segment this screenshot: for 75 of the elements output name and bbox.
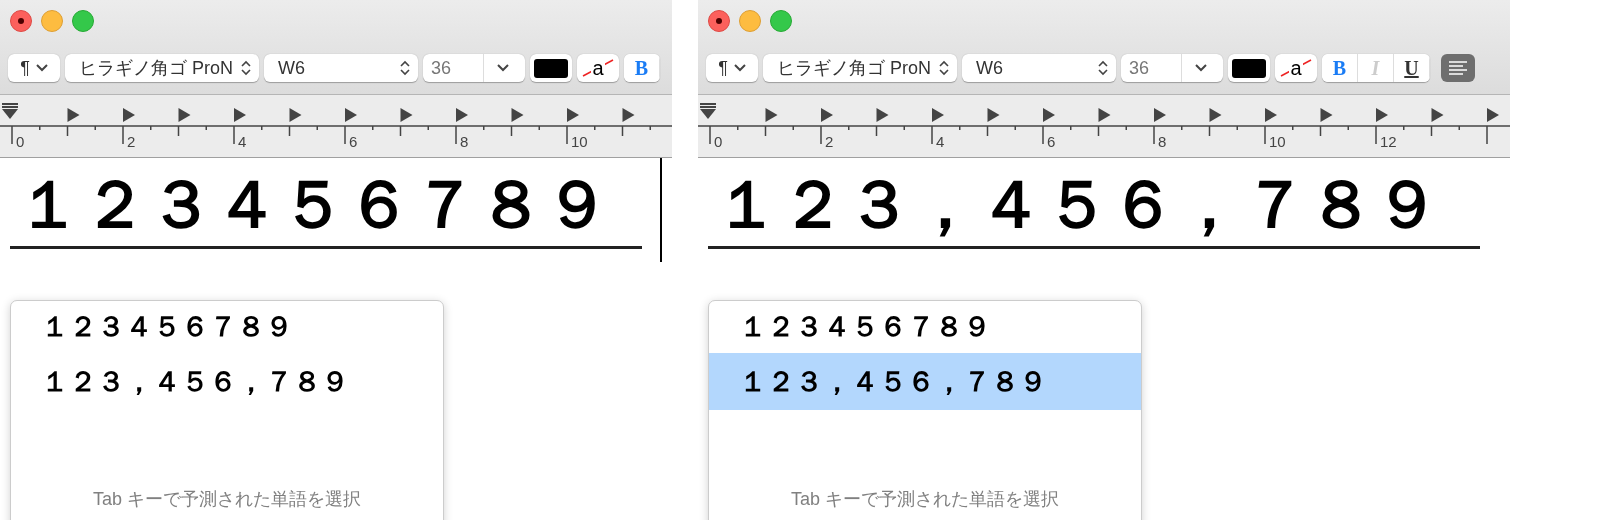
underline-button[interactable]: U [1394,54,1430,82]
text-color-well[interactable] [530,54,572,82]
tab-stop-icon[interactable] [178,108,191,122]
tab-stop-icon[interactable] [1098,108,1111,122]
tab-stop-icon[interactable] [1320,108,1333,122]
chevron-down-icon [1195,64,1207,72]
ruler-number: 2 [127,133,136,150]
ruler-number: 2 [825,133,834,150]
candidate-item[interactable]: １２３４５６７８９ [709,301,1141,353]
tab-stop-icon[interactable] [622,108,635,122]
close-button[interactable] [708,10,730,32]
stepper-arrows-icon [400,60,410,76]
tab-stop-icon[interactable] [456,108,468,122]
background-color-well[interactable]: a [1275,54,1317,82]
ruler-number: 8 [460,133,469,150]
close-button[interactable] [10,10,32,32]
ruler-number: 8 [1158,133,1167,150]
chevron-down-icon [35,64,48,72]
indent-marker-icon[interactable] [699,103,717,119]
ruler-number: 4 [238,133,247,150]
stepper-arrows-icon [241,60,251,76]
paragraph-style-popup[interactable]: ¶ [8,54,60,82]
tab-stop-icon[interactable] [400,108,413,122]
tab-stop-icon[interactable] [1043,108,1055,122]
ruler-number: 6 [1047,133,1056,150]
font-family-popup[interactable]: ヒラギノ角ゴ ProN [763,54,957,82]
tab-stop-icon[interactable] [234,108,246,122]
tab-stop-icon[interactable] [1209,108,1222,122]
tab-stop-icon[interactable] [1154,108,1166,122]
tab-stop-icon[interactable] [289,108,302,122]
ruler-number: 10 [571,133,588,150]
ruler-number: 4 [936,133,945,150]
font-size-combo[interactable]: 36 [1121,54,1223,82]
ruler-number: 12 [1380,133,1397,150]
font-weight-popup[interactable]: W6 [962,54,1116,82]
background-color-well[interactable]: a [577,54,619,82]
paragraph-style-popup[interactable]: ¶ [706,54,758,82]
ruler-number: 10 [1269,133,1286,150]
tab-stop-icon[interactable] [876,108,889,122]
document-text: １２３，４５６，７８９ [713,165,1440,245]
tab-stop-icon[interactable] [1265,108,1277,122]
chevron-down-icon [497,64,509,72]
tab-stop-icon[interactable] [567,108,579,122]
tab-stop-icon[interactable] [987,108,1000,122]
tab-stop-icon[interactable] [1431,108,1444,122]
candidate-item[interactable]: １２３４５６７８９ [11,301,443,353]
font-family-popup[interactable]: ヒラギノ角ゴ ProN [65,54,259,82]
tab-stop-icon[interactable] [123,108,135,122]
tab-stop-icon[interactable] [1487,108,1499,122]
hint-text: Tab キーで予測された単語を選択 [93,488,361,511]
text-color-well[interactable] [1228,54,1270,82]
hint-text: Tab キーで予測された単語を選択 [791,488,1059,511]
tab-stop-icon[interactable] [765,108,778,122]
stepper-arrows-icon [1098,60,1108,76]
candidate-item[interactable]: １２３，４５６，７８９ [709,353,1141,410]
candidate-item[interactable]: １２３，４５６，７８９ [11,353,443,410]
tab-stop-icon[interactable] [511,108,524,122]
bold-button[interactable]: B [1322,54,1358,82]
ruler-number: 6 [349,133,358,150]
tab-stop-icon[interactable] [1376,108,1388,122]
ruler-number: 0 [16,133,25,150]
tab-stop-icon[interactable] [345,108,357,122]
ruler-number: 0 [714,133,723,150]
indent-marker-icon[interactable] [1,103,19,119]
align-left-button[interactable] [1441,54,1475,82]
font-size-combo[interactable]: 36 [423,54,525,82]
tab-stop-icon[interactable] [932,108,944,122]
align-left-icon [1448,60,1468,76]
tab-stop-icon[interactable] [67,108,80,122]
chevron-down-icon [733,64,746,72]
document-text: １２３４５６７８９ [15,165,610,245]
tab-stop-icon[interactable] [821,108,833,122]
bold-button[interactable]: B [624,54,660,82]
font-weight-popup[interactable]: W6 [264,54,418,82]
stepper-arrows-icon [939,60,949,76]
